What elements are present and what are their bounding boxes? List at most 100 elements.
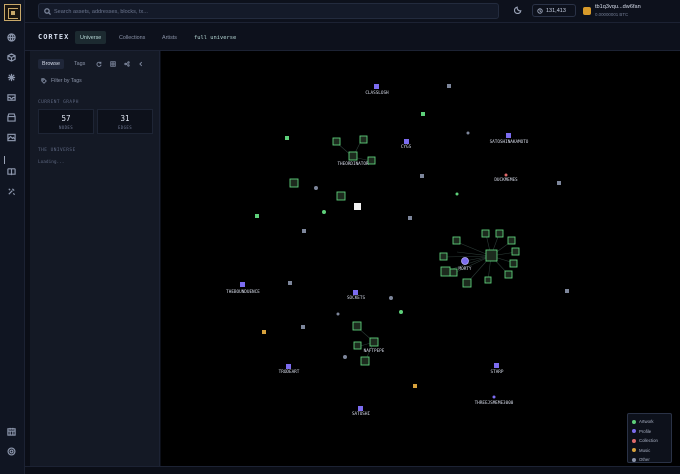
- graph-node[interactable]: [494, 363, 499, 368]
- graph-node[interactable]: [404, 139, 409, 144]
- node-label: SATOSHINAKAMOTO: [490, 139, 529, 145]
- cortex-header: CORTEX Universe Collections Artists full…: [25, 23, 680, 51]
- balance-badge[interactable]: 131,413: [532, 4, 576, 17]
- graph-node[interactable]: [286, 364, 291, 369]
- mode-label[interactable]: full universe: [194, 35, 236, 41]
- graph-node[interactable]: [481, 229, 490, 238]
- graph-node[interactable]: [360, 356, 370, 366]
- graph-node[interactable]: [336, 191, 346, 201]
- graph-node[interactable]: [336, 312, 340, 316]
- share-icon[interactable]: [123, 60, 131, 68]
- graph-node[interactable]: [511, 247, 520, 256]
- book-icon[interactable]: [6, 166, 17, 177]
- inbox-icon[interactable]: [6, 92, 17, 103]
- graph-node[interactable]: [353, 341, 362, 350]
- legend-item: Artwork: [632, 417, 667, 427]
- refresh-icon[interactable]: [95, 60, 103, 68]
- store-icon[interactable]: [6, 112, 17, 123]
- graph-node[interactable]: [495, 229, 504, 238]
- globe-icon[interactable]: [6, 32, 17, 43]
- graph-node[interactable]: [421, 112, 425, 116]
- graph-node[interactable]: [413, 384, 417, 388]
- grid-icon[interactable]: [109, 60, 117, 68]
- tab-collections[interactable]: Collections: [114, 31, 150, 44]
- graph-node[interactable]: [332, 137, 341, 146]
- legend-dot: [632, 457, 636, 462]
- theme-toggle[interactable]: [513, 5, 525, 16]
- graph-node[interactable]: [509, 259, 518, 268]
- graph-node[interactable]: [359, 135, 368, 144]
- search-icon: [44, 8, 51, 15]
- graph-node[interactable]: [348, 151, 358, 161]
- graph-node[interactable]: [504, 173, 508, 177]
- graph-node[interactable]: [440, 266, 451, 277]
- graph-node[interactable]: [240, 282, 245, 287]
- graph-node[interactable]: [255, 214, 259, 218]
- graph-node[interactable]: [449, 268, 458, 277]
- tab-artists[interactable]: Artists: [157, 31, 182, 44]
- graph-node[interactable]: [262, 330, 266, 334]
- graph-node[interactable]: [354, 203, 361, 210]
- image-icon[interactable]: [6, 132, 17, 143]
- graph-node[interactable]: [353, 290, 358, 295]
- app-logo[interactable]: [4, 4, 21, 21]
- tag-filter[interactable]: Filter by Tags: [38, 75, 151, 87]
- graph-node[interactable]: [408, 216, 412, 220]
- search-input[interactable]: [54, 6, 494, 17]
- graph-node[interactable]: [557, 181, 561, 185]
- cube-icon[interactable]: [6, 52, 17, 63]
- graph-node[interactable]: [314, 186, 318, 190]
- graph-node[interactable]: [301, 325, 305, 329]
- graph-node[interactable]: [452, 236, 461, 245]
- graph-node[interactable]: [369, 337, 379, 347]
- top-bar: 131,413 tb1q3vqu...dw6fan 0.00000001 BTC: [25, 0, 680, 23]
- graph-node[interactable]: [504, 270, 513, 279]
- graph-node[interactable]: [485, 249, 498, 262]
- graph-node[interactable]: [506, 133, 511, 138]
- graph-node[interactable]: [565, 289, 569, 293]
- graph-node[interactable]: [420, 174, 424, 178]
- graph-node[interactable]: [439, 252, 448, 261]
- sparkle-icon[interactable]: [6, 72, 17, 83]
- moon-icon: [513, 6, 522, 15]
- graph-node[interactable]: [399, 310, 403, 314]
- wallet-address: tb1q3vqu...dw6fan: [595, 4, 641, 10]
- graph-node[interactable]: [507, 236, 516, 245]
- calendar-icon[interactable]: [6, 426, 17, 437]
- node-label: THEBOUNDUENCE: [226, 289, 260, 295]
- graph-node[interactable]: [484, 276, 492, 284]
- graph-node[interactable]: [322, 210, 326, 214]
- search-box[interactable]: [38, 3, 499, 19]
- tab-browse[interactable]: Browse: [38, 58, 64, 69]
- graph-node[interactable]: [289, 178, 299, 188]
- node-label: DUCKMEMES: [494, 177, 518, 183]
- graph-node-hub[interactable]: [461, 257, 469, 265]
- tab-universe[interactable]: Universe: [75, 31, 107, 44]
- legend-label: Collection: [639, 438, 658, 444]
- page-title: CORTEX: [38, 33, 70, 41]
- graph-node[interactable]: [352, 321, 362, 331]
- graph-node[interactable]: [447, 84, 451, 88]
- graph-node[interactable]: [285, 136, 289, 140]
- graph-node[interactable]: [374, 84, 379, 89]
- graph-node[interactable]: [389, 296, 393, 300]
- wallet-button[interactable]: tb1q3vqu...dw6fan 0.00000001 BTC: [583, 2, 675, 20]
- graph-canvas[interactable]: CLASSLOSH CYGS SATOSHINAKAMOTO THEORDINA…: [161, 51, 680, 466]
- universe-graph[interactable]: CLASSLOSH CYGS SATOSHINAKAMOTO THEORDINA…: [161, 51, 680, 466]
- legend-dot: [632, 438, 636, 443]
- graph-node[interactable]: [343, 355, 347, 359]
- graph-node[interactable]: [462, 278, 472, 288]
- legend-label: Other: [639, 457, 650, 463]
- tools-icon[interactable]: [6, 186, 17, 197]
- legend-dot: [632, 429, 636, 434]
- graph-node[interactable]: [466, 131, 470, 135]
- graph-node[interactable]: [367, 156, 376, 165]
- graph-node[interactable]: [288, 281, 292, 285]
- tab-tags[interactable]: Tags: [70, 59, 89, 69]
- graph-node[interactable]: [358, 406, 363, 411]
- settings-icon[interactable]: [6, 446, 17, 457]
- graph-node[interactable]: [302, 229, 306, 233]
- graph-node[interactable]: [492, 395, 496, 399]
- collapse-icon[interactable]: [137, 60, 145, 68]
- graph-node[interactable]: [455, 192, 459, 196]
